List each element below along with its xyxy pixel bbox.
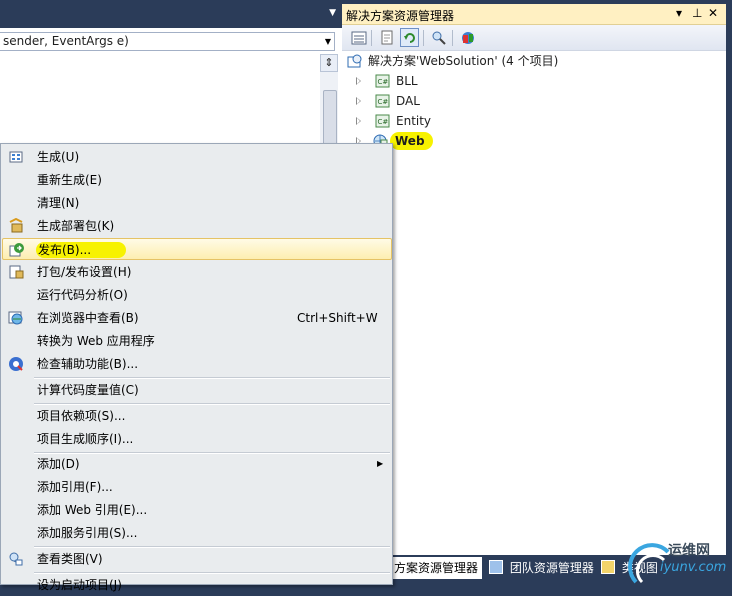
auto-hide-pin-icon[interactable]: ⊥	[692, 6, 702, 20]
window-edge	[726, 4, 732, 555]
tab-list-dropdown-icon[interactable]: ▼	[329, 8, 336, 18]
menu-item-add-reference[interactable]: 添加引用(F)...	[2, 476, 392, 498]
split-window-handle[interactable]: ⇕	[320, 54, 338, 72]
copy-web-icon[interactable]	[458, 28, 477, 47]
class-view-icon	[601, 560, 615, 574]
menu-item-label: 计算代码度量值(C)	[37, 383, 139, 397]
menu-item-project-dependencies[interactable]: 项目依赖项(S)...	[2, 405, 392, 427]
properties-icon[interactable]	[349, 28, 368, 47]
menu-item-label: 项目依赖项(S)...	[37, 409, 126, 423]
menu-item-publish[interactable]: 发布(B)...	[2, 238, 392, 260]
panel-title: 解决方案资源管理器	[346, 9, 455, 23]
menu-item-label: 打包/发布设置(H)	[37, 265, 132, 279]
team-explorer-icon	[489, 560, 503, 574]
menu-item-add[interactable]: 添加(D) ▶	[2, 453, 392, 475]
project-context-menu: 生成(U) 重新生成(E) 清理(N) 生成部署包(K) 发布(B)... 打包…	[0, 143, 393, 592]
solution-explorer-titlebar: 解决方案资源管理器 ▾ ⊥ ✕	[342, 4, 726, 25]
menu-item-label: 添加引用(F)...	[37, 480, 113, 494]
deploy-package-icon	[8, 217, 24, 234]
tree-node-bll[interactable]: C# BLL	[342, 71, 726, 91]
member-dropdown[interactable]: sender, EventArgs e) ▼	[0, 32, 335, 51]
submenu-arrow-icon: ▶	[377, 459, 384, 468]
member-dropdown-value: sender, EventArgs e)	[3, 34, 129, 48]
solution-icon	[347, 54, 363, 68]
view-in-browser-icon	[8, 310, 24, 326]
menu-item-label: 添加(D)	[37, 457, 80, 471]
package-settings-icon	[8, 264, 24, 280]
menu-item-label: 添加 Web 引用(E)...	[37, 503, 148, 517]
expand-arrow-icon[interactable]	[356, 97, 361, 105]
menu-item-clean[interactable]: 清理(N)	[2, 192, 392, 214]
solution-tree: 解决方案'WebSolution' (4 个项目) C# BLL C# DAL …	[342, 51, 726, 559]
csharp-project-icon: C#	[375, 114, 390, 128]
class-diagram-icon	[8, 551, 24, 567]
project-label: DAL	[396, 94, 420, 108]
menu-item-view-class-diagram[interactable]: 查看类图(V)	[2, 548, 392, 570]
svg-text:C#: C#	[378, 98, 389, 106]
menu-item-label: 运行代码分析(O)	[37, 288, 128, 302]
expand-arrow-icon[interactable]	[356, 117, 361, 125]
menu-item-label: 添加服务引用(S)...	[37, 526, 138, 540]
accessibility-icon	[8, 356, 24, 372]
class-diagram-icon[interactable]	[429, 28, 448, 47]
tree-node-web[interactable]: Web	[342, 131, 726, 151]
project-label-selected: Web	[390, 132, 433, 150]
publish-icon	[9, 242, 25, 258]
menu-item-check-accessibility[interactable]: 检查辅助功能(B)...	[2, 353, 392, 375]
menu-item-label: 查看类图(V)	[37, 552, 103, 566]
tree-node-solution[interactable]: 解决方案'WebSolution' (4 个项目)	[342, 51, 726, 71]
tab-solution-explorer[interactable]: 方案资源管理器	[390, 557, 483, 579]
menu-item-label: 清理(N)	[37, 196, 80, 210]
menu-item-label: 重新生成(E)	[37, 173, 102, 187]
watermark-text: 运维网	[668, 543, 710, 559]
tab-label: 方案资源管理器	[394, 561, 479, 575]
tab-label: 团队资源管理器	[509, 561, 594, 575]
menu-item-project-build-order[interactable]: 项目生成顺序(I)...	[2, 428, 392, 450]
menu-item-label: 检查辅助功能(B)...	[37, 357, 139, 371]
menu-item-label: 在浏览器中查看(B)	[37, 311, 139, 325]
expand-arrow-icon[interactable]	[356, 77, 361, 85]
menu-item-add-web-reference[interactable]: 添加 Web 引用(E)...	[2, 499, 392, 521]
menu-item-set-startup-project[interactable]: 设为启动项目(J)	[2, 574, 392, 596]
chevron-down-icon[interactable]: ▼	[325, 33, 331, 50]
menu-item-run-code-analysis[interactable]: 运行代码分析(O)	[2, 284, 392, 306]
menu-item-convert-to-web-app[interactable]: 转换为 Web 应用程序	[2, 330, 392, 352]
window-position-icon[interactable]: ▾	[676, 6, 682, 20]
svg-text:C#: C#	[378, 118, 389, 126]
menu-item-label: 转换为 Web 应用程序	[37, 334, 155, 348]
tree-node-entity[interactable]: C# Entity	[342, 111, 726, 131]
show-all-files-icon[interactable]	[377, 28, 396, 47]
solution-label: 解决方案'WebSolution' (4 个项目)	[368, 54, 559, 68]
solution-explorer-panel: 解决方案资源管理器 ▾ ⊥ ✕ 解决方案'WebSolution' (4 个项目	[342, 4, 726, 559]
menu-item-package-publish-settings[interactable]: 打包/发布设置(H)	[2, 261, 392, 283]
watermark-url: iyunv.com	[660, 560, 727, 575]
solution-explorer-toolbar	[342, 25, 726, 51]
tab-team-explorer[interactable]: 团队资源管理器	[485, 557, 598, 579]
menu-item-label: 设为启动项目(J)	[37, 578, 122, 592]
close-icon[interactable]: ✕	[708, 6, 718, 20]
refresh-icon[interactable]	[400, 28, 419, 47]
tree-node-dal[interactable]: C# DAL	[342, 91, 726, 111]
project-label: BLL	[396, 74, 418, 88]
menu-item-calculate-code-metrics[interactable]: 计算代码度量值(C)	[2, 379, 392, 401]
editor-tab-strip: ▼	[0, 0, 342, 28]
menu-item-view-in-browser[interactable]: 在浏览器中查看(B) Ctrl+Shift+W	[2, 307, 392, 329]
menu-item-label: 项目生成顺序(I)...	[37, 432, 134, 446]
site-watermark: 运维网 iyunv.com	[628, 538, 732, 585]
menu-item-build-deployment-package[interactable]: 生成部署包(K)	[2, 215, 392, 237]
svg-text:C#: C#	[378, 78, 389, 86]
menu-item-label: 生成(U)	[37, 150, 80, 164]
menu-item-build[interactable]: 生成(U)	[2, 146, 392, 168]
project-label: Entity	[396, 114, 432, 128]
csharp-project-icon: C#	[375, 94, 390, 108]
menu-item-add-service-reference[interactable]: 添加服务引用(S)...	[2, 522, 392, 544]
csharp-project-icon: C#	[375, 74, 390, 88]
menu-item-label: 发布(B)...	[38, 243, 92, 257]
menu-item-label: 生成部署包(K)	[37, 219, 115, 233]
build-icon	[8, 149, 24, 165]
menu-item-shortcut: Ctrl+Shift+W	[297, 311, 378, 325]
menu-item-rebuild[interactable]: 重新生成(E)	[2, 169, 392, 191]
